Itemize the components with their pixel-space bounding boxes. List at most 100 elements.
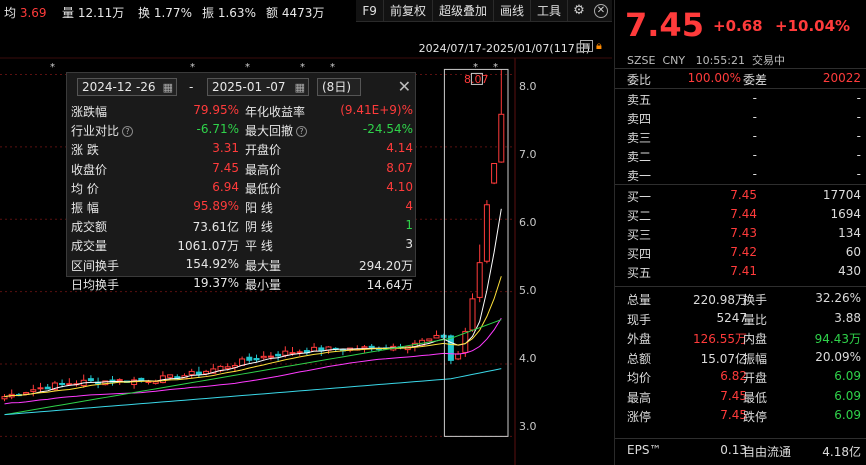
stat-label: EPS™ — [627, 443, 662, 457]
candle-body — [491, 163, 498, 184]
overlay-button[interactable]: 超级叠加 — [433, 0, 494, 22]
candle-body — [37, 387, 44, 390]
trading-status: 交易中 — [752, 54, 785, 67]
candle-body — [253, 358, 260, 361]
level-price: - — [752, 148, 757, 162]
bid-level-row[interactable]: 买四 7.42 60 — [615, 243, 866, 262]
stat-value: 79.95% — [193, 103, 239, 117]
tools-button[interactable]: 工具 — [531, 0, 568, 22]
level-volume: - — [856, 110, 861, 124]
interval-stats-popup: 2024-12 -26 ▦ - 2025-01 -07 ▦ (8日) ✕ 涨跌幅… — [66, 72, 417, 292]
quote-stat-row: 均价 6.82 开盘 6.09 — [615, 367, 866, 386]
stat-label: 涨跌幅 — [71, 105, 108, 119]
quote-stat-row: EPS™ 0.13 自由流通 4.18亿 — [615, 441, 866, 460]
help-icon[interactable]: ? — [122, 126, 134, 138]
calendar-icon[interactable]: ▦ — [163, 80, 173, 96]
stat-value: 6.09 — [834, 388, 861, 403]
candle-body — [44, 386, 51, 390]
stat-value: 3 — [405, 237, 413, 252]
popup-stat-row: 收盘价 7.45 最高价 8.07 — [67, 159, 417, 178]
ask-level-row[interactable]: 卖五 - - — [615, 89, 866, 108]
ask-level-row[interactable]: 卖四 - - — [615, 108, 866, 127]
bid-level-row[interactable]: 买三 7.43 134 — [615, 224, 866, 243]
stat-value: 20.09% — [815, 349, 861, 364]
level-volume: 17704 — [822, 188, 861, 202]
lock-icon[interactable]: 🔒︎ — [596, 40, 608, 52]
stat-label: 均价 — [627, 371, 652, 385]
level-volume: - — [856, 167, 861, 181]
stat-label: 最高 — [627, 390, 652, 405]
bid-level-row[interactable]: 买一 7.45 17704 — [615, 186, 866, 205]
stat-value: 15.07亿 — [700, 351, 747, 366]
stat-value: 7.45 — [212, 160, 239, 175]
amplitude-value: 1.63% — [217, 6, 256, 20]
level-label: 卖三 — [627, 131, 652, 145]
stat-value: -6.71% — [196, 122, 239, 137]
bid-level-row[interactable]: 买五 7.41 430 — [615, 262, 866, 281]
stat-label: 开盘价 — [245, 143, 282, 158]
stat-label: 最低 — [743, 390, 768, 405]
ask-level-row[interactable]: 卖三 - - — [615, 127, 866, 146]
calendar-icon[interactable]: ▦ — [580, 40, 593, 52]
chart-toolbar: F9 前复权 超级叠加 画线 工具 ⚙ ✕ — [356, 0, 612, 22]
stat-label: 现手 — [627, 312, 652, 327]
help-icon[interactable]: ? — [296, 126, 308, 138]
kline-chart-panel[interactable]: * * * * * * * 均 3.69 量 12.11万 换 1.77% 振 1.63% … — [0, 0, 612, 465]
candle-body — [246, 356, 253, 361]
candle-body — [440, 334, 447, 338]
avg-value: 3.69 — [19, 6, 47, 20]
popup-stat-row: 成交量 1061.07万平 线 3 — [67, 235, 417, 254]
close-icon[interactable]: ✕ — [590, 0, 612, 22]
stat-label: 总额 — [627, 351, 652, 366]
order-ratio-row: 委比 100.00% 委差 20022 — [627, 71, 861, 87]
divider — [615, 184, 866, 185]
start-date-field[interactable]: 2024-12 -26 ▦ — [77, 78, 177, 96]
ask-level-row[interactable]: 卖二 - - — [615, 146, 866, 165]
draw-line-button[interactable]: 画线 — [494, 0, 531, 22]
candle-body — [447, 335, 454, 361]
days-count: (8日) — [317, 78, 361, 96]
candle-body — [368, 345, 375, 348]
level-volume: - — [856, 148, 861, 162]
stat-label: 内盘 — [743, 332, 768, 346]
stat-label: 阳 线 — [245, 201, 273, 215]
level-label: 卖一 — [627, 169, 652, 183]
stat-label: 最大回撤? — [245, 122, 308, 139]
level-price: 7.44 — [730, 207, 757, 221]
stat-value: 3.31 — [212, 141, 239, 156]
popup-stat-row: 振 幅 95.89% 阳 线 4 — [67, 197, 417, 216]
candle-body — [167, 374, 174, 378]
candle-body — [116, 379, 123, 382]
level-price: - — [752, 110, 757, 124]
bid-level-row[interactable]: 买二 7.44 1694 — [615, 205, 866, 224]
candle-body — [152, 381, 159, 384]
candle-body — [289, 352, 296, 355]
end-date-field[interactable]: 2025-01 -07 ▦ — [207, 78, 309, 96]
f9-button[interactable]: F9 — [356, 0, 384, 22]
event-marker: * — [493, 62, 498, 73]
selection-high-marker: 8.07 — [464, 73, 489, 86]
close-icon[interactable]: ✕ — [398, 77, 411, 96]
gear-icon[interactable]: ⚙ — [568, 0, 590, 22]
stat-label: 阴 线 — [245, 220, 273, 235]
candle-body — [282, 350, 289, 356]
ask-level-row[interactable]: 卖一 - - — [615, 165, 866, 184]
candle-body — [138, 377, 145, 381]
stat-label: 总量 — [627, 293, 652, 307]
last-price: 7.45 — [625, 6, 704, 44]
avg-label: 均 — [4, 6, 17, 20]
amount-value: 4473万 — [281, 6, 325, 20]
stat-value: (9.41E+9)% — [340, 103, 413, 117]
calendar-icon[interactable]: ▦ — [295, 80, 305, 96]
candle-body — [224, 366, 231, 369]
popup-stat-row: 日均换手 19.37% 最小量 14.64万 — [67, 274, 417, 293]
stat-label: 涨停 — [627, 410, 652, 424]
stat-label: 最大量 — [245, 258, 282, 273]
stat-label: 最低价 — [245, 181, 282, 196]
fuquan-button[interactable]: 前复权 — [384, 0, 433, 22]
price-change-percent: +10.04% — [775, 17, 851, 35]
level-price: 7.41 — [730, 264, 757, 278]
candle-body — [455, 353, 462, 360]
level-price: 7.45 — [730, 188, 757, 202]
stat-value: 4.14 — [386, 141, 413, 156]
